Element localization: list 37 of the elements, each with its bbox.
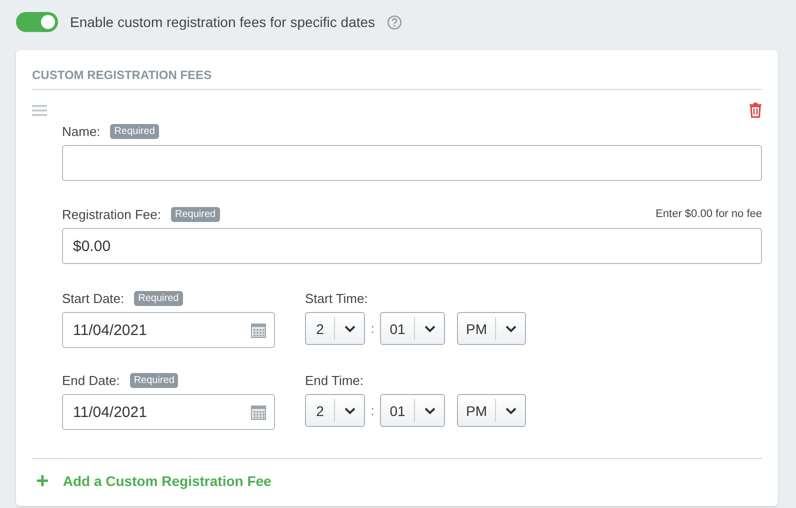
chevron-down-icon: [504, 406, 516, 414]
fee-input[interactable]: $0.00: [62, 228, 762, 264]
field-label: Name:: [62, 124, 100, 138]
help-icon[interactable]: [387, 14, 402, 30]
calendar-icon[interactable]: [251, 322, 266, 338]
minute-select[interactable]: 01: [380, 312, 445, 345]
calendar-icon[interactable]: [251, 404, 266, 420]
ampm-select[interactable]: PM: [457, 312, 526, 345]
chevron-down-icon: [424, 324, 436, 332]
field-label: End Time:: [305, 372, 364, 388]
required-badge: Required: [171, 206, 220, 222]
ampm-select[interactable]: PM: [457, 394, 526, 427]
minute-select[interactable]: 01: [380, 394, 445, 427]
hour-select[interactable]: 2: [305, 394, 365, 427]
date-input[interactable]: 11/04/2021: [62, 394, 275, 430]
hour-select[interactable]: 2: [305, 312, 365, 345]
required-badge: Required: [130, 372, 178, 388]
field-label: Registration Fee:: [62, 206, 161, 222]
name-input[interactable]: [62, 145, 762, 181]
field-label: End Date:: [62, 372, 120, 388]
date-input[interactable]: 11/04/2021: [62, 312, 275, 348]
chevron-down-icon: [424, 406, 436, 414]
chevron-down-icon: [344, 324, 356, 332]
time-separator: :: [370, 321, 376, 336]
time-separator: :: [370, 403, 376, 418]
required-badge: Required: [110, 124, 159, 138]
toggle-switch[interactable]: [16, 12, 58, 32]
chevron-down-icon: [504, 324, 516, 332]
field-label: Start Date:: [62, 290, 124, 306]
fee-hint: Enter $0.00 for no fee: [656, 208, 762, 220]
drag-handle-icon[interactable]: [32, 104, 47, 116]
card-title: CUSTOM REGISTRATION FEES: [32, 68, 762, 90]
field-label: Start Time:: [305, 290, 368, 306]
chevron-down-icon: [344, 406, 356, 414]
trash-icon[interactable]: [749, 102, 762, 118]
toggle-label: Enable custom registration fees for specific dates: [70, 14, 376, 30]
required-badge: Required: [134, 290, 183, 306]
